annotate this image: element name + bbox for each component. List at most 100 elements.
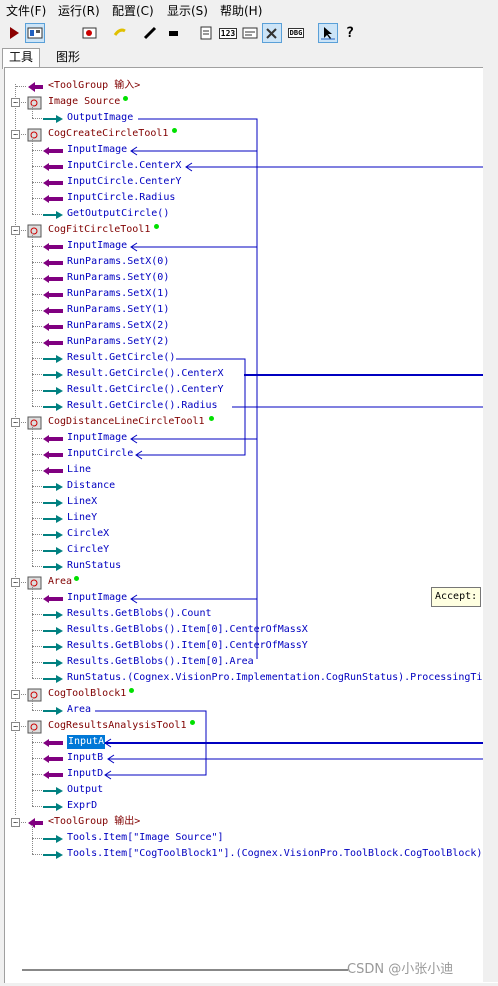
output-terminal[interactable]: Result.GetCircle() [67, 351, 175, 365]
input-terminal[interactable]: InputA [67, 735, 106, 749]
tool-label[interactable]: CogToolBlock1 [48, 687, 126, 701]
output-terminal[interactable]: Result.GetCircle().CenterY [67, 383, 224, 397]
input-terminal[interactable]: InputCircle.CenterY [67, 175, 181, 189]
input-terminal[interactable]: InputImage [67, 591, 127, 605]
input-terminal[interactable]: RunParams.SetY(1) [67, 303, 169, 317]
output-arrow-icon [43, 371, 63, 379]
toolgroup-label[interactable]: <ToolGroup 输入> [48, 79, 140, 93]
tool-icon [27, 96, 42, 110]
output-terminal[interactable]: Results.GetBlobs().Item[0].CenterOfMassY [67, 639, 308, 653]
input-terminal[interactable]: InputD [67, 767, 103, 781]
tree-sub-line [32, 729, 33, 806]
tool-label[interactable]: Image Source [48, 95, 120, 109]
tree-branch-line [16, 422, 26, 423]
input-terminal[interactable]: InputCircle.CenterX [67, 159, 181, 173]
tree-branch-line [16, 822, 26, 823]
tree-branch-line [32, 470, 42, 471]
tool-icon [27, 720, 42, 734]
tool-label[interactable]: CogResultsAnalysisTool1 [48, 719, 186, 733]
output-arrow-icon [43, 659, 63, 667]
output-arrow-icon [43, 547, 63, 555]
input-terminal[interactable]: RunParams.SetX(0) [67, 255, 169, 269]
input-terminal[interactable]: InputCircle [67, 447, 133, 461]
output-terminal[interactable]: OutputImage [67, 111, 133, 125]
tree-branch-line [32, 742, 42, 743]
status-ok-icon [172, 128, 177, 133]
tool-tree: <ToolGroup 输入> − Image Source OutputImage − C… [0, 0, 498, 986]
input-arrow-icon [43, 435, 63, 443]
tool-icon [27, 688, 42, 702]
tree-sub-line [32, 585, 33, 678]
tool-label[interactable]: CogCreateCircleTool1 [48, 127, 168, 141]
input-terminal[interactable]: RunParams.SetX(1) [67, 287, 169, 301]
input-terminal[interactable]: InputImage [67, 143, 127, 157]
output-terminal[interactable]: Area [67, 703, 91, 717]
input-terminal[interactable]: InputImage [67, 431, 127, 445]
tree-branch-line [32, 390, 42, 391]
tree-branch-line [32, 342, 42, 343]
tree-branch-line [32, 358, 42, 359]
tool-label[interactable]: CogFitCircleTool1 [48, 223, 150, 237]
tree-branch-line [32, 614, 42, 615]
output-terminal[interactable]: Tools.Item["CogToolBlock1"].(Cognex.Visi… [67, 847, 482, 861]
output-terminal[interactable]: Result.GetCircle().CenterX [67, 367, 224, 381]
output-terminal[interactable]: Distance [67, 479, 115, 493]
output-terminal[interactable]: CircleY [67, 543, 109, 557]
tree-sub-line [32, 233, 33, 406]
output-terminal[interactable]: Results.GetBlobs().Item[0].CenterOfMassX [67, 623, 308, 637]
output-terminal[interactable]: LineX [67, 495, 97, 509]
tree-branch-line [16, 86, 26, 87]
tree-branch-line [32, 262, 42, 263]
watermark: CSDN @小张小迪 [347, 962, 454, 977]
input-terminal[interactable]: RunParams.SetY(0) [67, 271, 169, 285]
tree-trunk-line [15, 84, 16, 815]
input-terminal[interactable]: InputB [67, 751, 103, 765]
input-terminal[interactable]: Line [67, 463, 91, 477]
input-terminal[interactable]: InputCircle.Radius [67, 191, 175, 205]
tree-branch-line [32, 198, 42, 199]
tree-branch-line [32, 118, 42, 119]
scroll-thumb[interactable] [22, 969, 348, 971]
output-terminal[interactable]: Tools.Item["Image Source"] [67, 831, 224, 845]
output-terminal[interactable]: Results.GetBlobs().Item[0].Area [67, 655, 254, 669]
output-arrow-icon [43, 627, 63, 635]
tree-sub-line [32, 697, 33, 710]
input-arrow-icon [43, 739, 63, 747]
tool-label[interactable]: Area [48, 575, 72, 589]
output-arrow-icon [43, 355, 63, 363]
input-terminal[interactable]: InputImage [67, 239, 127, 253]
output-terminal[interactable]: ExprD [67, 799, 97, 813]
output-arrow-icon [43, 387, 63, 395]
output-terminal[interactable]: RunStatus.(Cognex.VisionPro.Implementati… [67, 671, 482, 685]
tree-branch-line [32, 550, 42, 551]
input-terminal[interactable]: RunParams.SetX(2) [67, 319, 169, 333]
output-arrow-icon [43, 611, 63, 619]
output-terminal[interactable]: LineY [67, 511, 97, 525]
output-arrow-icon [43, 499, 63, 507]
tree-branch-line [16, 134, 26, 135]
tree-sub-line [32, 137, 33, 214]
output-arrow-icon [43, 563, 63, 571]
tree-branch-line [32, 326, 42, 327]
tree-branch-line [32, 246, 42, 247]
output-terminal[interactable]: CircleX [67, 527, 109, 541]
output-terminal[interactable]: Result.GetCircle().Radius [67, 399, 218, 413]
output-terminal[interactable]: Results.GetBlobs().Count [67, 607, 212, 621]
input-arrow-icon [43, 339, 63, 347]
output-terminal[interactable]: Output [67, 783, 103, 797]
status-ok-icon [74, 576, 80, 581]
input-arrow-icon [43, 259, 63, 267]
tree-branch-line [32, 566, 42, 567]
output-arrow-icon [43, 707, 63, 715]
tree-branch-line [16, 230, 26, 231]
tool-label[interactable]: CogDistanceLineCircleTool1 [48, 415, 205, 429]
output-terminal[interactable]: GetOutputCircle() [67, 207, 169, 221]
input-arrow-icon [43, 147, 63, 155]
status-ok-icon [153, 224, 159, 229]
input-terminal[interactable]: RunParams.SetY(2) [67, 335, 169, 349]
input-arrow-icon [43, 451, 63, 459]
tree-branch-line [32, 150, 42, 151]
tooltip: Accept: [431, 587, 482, 607]
toolgroup-label[interactable]: <ToolGroup 输出> [48, 815, 140, 829]
output-terminal[interactable]: RunStatus [67, 559, 121, 573]
